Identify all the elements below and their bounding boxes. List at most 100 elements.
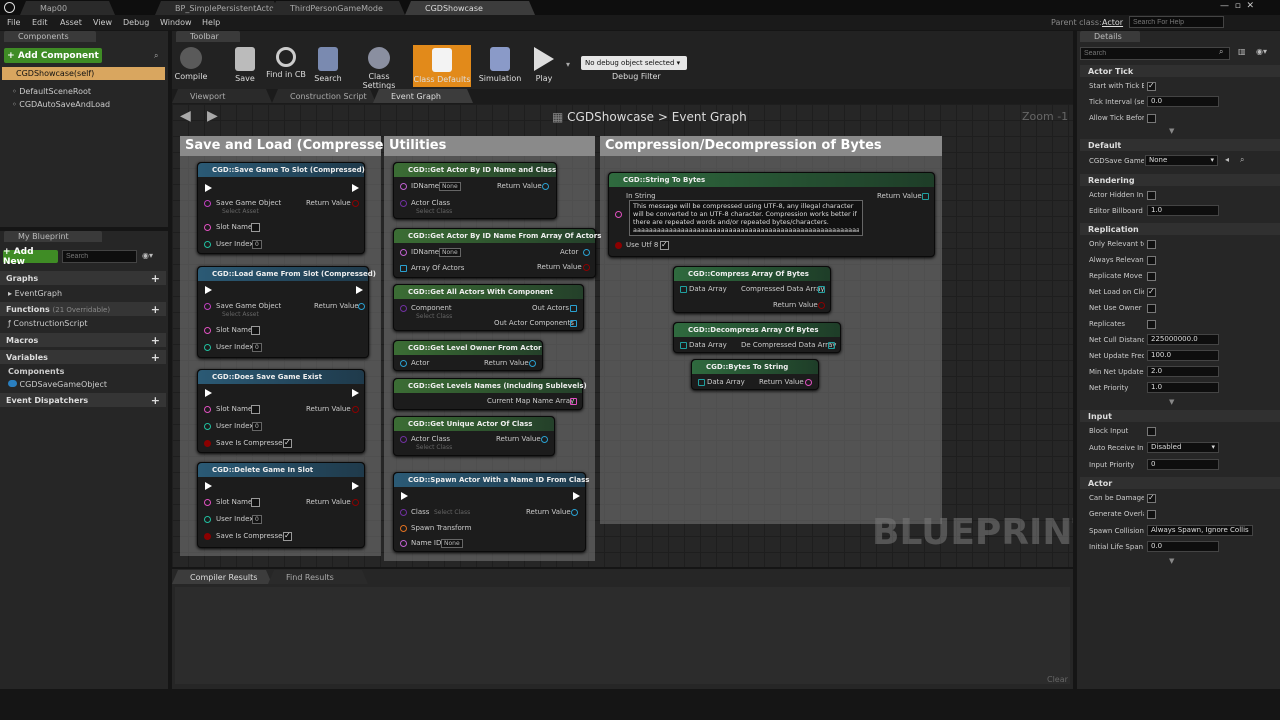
exec-in-pin[interactable] <box>205 389 212 397</box>
return-value-pin[interactable] <box>818 302 825 309</box>
name-id-pin[interactable] <box>400 540 407 547</box>
replicates-checkbox[interactable] <box>1147 320 1156 329</box>
spawn-collision-select[interactable]: Always Spawn, Ignore Collis <box>1147 525 1253 536</box>
node-save-game-to-slot[interactable]: CGD::Save Game To Slot (Compressed) Save… <box>197 162 365 254</box>
browse-search-icon[interactable]: ⌕ <box>1240 155 1244 165</box>
user-index-pin[interactable] <box>204 423 211 430</box>
net-update-frequency-input[interactable]: 100.0 <box>1147 350 1219 361</box>
graph-event-graph[interactable]: ▸ EventGraph <box>8 289 62 298</box>
can-be-damaged-checkbox[interactable] <box>1147 493 1156 503</box>
name-id-input[interactable]: None <box>441 539 463 548</box>
id-name-pin[interactable] <box>400 249 407 256</box>
return-value-pin[interactable] <box>541 436 548 443</box>
return-value-pin[interactable] <box>352 200 359 207</box>
add-macro-icon[interactable]: + <box>151 334 160 347</box>
slot-name-input[interactable] <box>251 405 260 414</box>
simulation-button[interactable]: Simulation <box>478 47 522 87</box>
exec-out-pin[interactable] <box>352 389 359 397</box>
components-category[interactable]: Components <box>8 367 64 376</box>
exec-out-pin[interactable] <box>573 492 580 500</box>
net-cull-distance-input[interactable]: 225000000.0 <box>1147 334 1219 345</box>
save-game-object-pin[interactable] <box>204 200 211 207</box>
add-component-button[interactable]: + Add Component <box>4 48 102 63</box>
slot-name-pin[interactable] <box>204 406 211 413</box>
node-string-to-bytes[interactable]: CGD::String To Bytes In String Return Va… <box>608 172 935 257</box>
add-function-icon[interactable]: + <box>151 303 160 316</box>
parent-class-link[interactable]: Actor <box>1102 18 1123 27</box>
user-index-pin[interactable] <box>204 241 211 248</box>
exec-out-pin[interactable] <box>352 184 359 192</box>
section-default[interactable]: Default <box>1080 139 1280 151</box>
actor-class-pin[interactable] <box>400 200 407 207</box>
out-actor-components-pin[interactable] <box>570 320 577 327</box>
tab-third-person-game-mode[interactable]: ThirdPersonGameMode <box>270 1 405 15</box>
auto-receive-input-select[interactable]: Disabled ▾ <box>1147 442 1219 453</box>
section-input[interactable]: Input <box>1080 410 1280 422</box>
out-actors-pin[interactable] <box>570 305 577 312</box>
allow-tick-checkbox[interactable] <box>1147 114 1156 123</box>
compile-button[interactable]: Compile <box>174 47 208 87</box>
id-name-pin[interactable] <box>400 183 407 190</box>
node-get-actor-by-id-name-and-class[interactable]: CGD::Get Actor By ID Name and Class IDNa… <box>393 162 557 219</box>
in-string-pin[interactable] <box>615 211 622 218</box>
blueprint-search-input[interactable] <box>62 250 137 263</box>
min-net-update-input[interactable]: 2.0 <box>1147 366 1219 377</box>
return-value-pin[interactable] <box>542 183 549 190</box>
generate-overlap-checkbox[interactable] <box>1147 510 1156 519</box>
return-value-pin[interactable] <box>529 360 536 367</box>
use-utf8-checkbox[interactable] <box>660 240 669 250</box>
components-search-icon[interactable]: ⌕ <box>154 51 158 61</box>
details-view-options-icon[interactable]: ◉▾ <box>1256 47 1267 56</box>
browse-arrow-icon[interactable]: ◂ <box>1225 155 1229 164</box>
function-construction-script[interactable]: ƒ ConstructionScript <box>8 319 88 328</box>
variable-cgd-save-game-object[interactable]: CGDSaveGameObject <box>8 380 107 389</box>
save-game-object-pin[interactable] <box>204 303 211 310</box>
net-priority-input[interactable]: 1.0 <box>1147 382 1219 393</box>
menu-window[interactable]: Window <box>160 18 192 27</box>
spawn-transform-pin[interactable] <box>400 525 407 532</box>
section-replication[interactable]: Replication <box>1080 223 1280 235</box>
editor-billboard-input[interactable]: 1.0 <box>1147 205 1219 216</box>
save-is-compressed-checkbox[interactable] <box>283 438 292 448</box>
id-name-input[interactable]: None <box>439 248 461 257</box>
array-of-actors-pin[interactable] <box>400 265 407 272</box>
always-relevant-checkbox[interactable] <box>1147 256 1156 265</box>
macros-section[interactable]: Macros + <box>0 333 166 347</box>
exec-in-pin[interactable] <box>205 482 212 490</box>
save-is-compressed-pin[interactable] <box>204 533 211 540</box>
back-arrow-icon[interactable]: ◀ <box>180 108 191 124</box>
node-bytes-to-string[interactable]: CGD::Bytes To String Data Array Return V… <box>691 359 819 390</box>
return-value-pin[interactable] <box>583 264 590 271</box>
node-delete-game-in-slot[interactable]: CGD::Delete Game In Slot Slot Name Retur… <box>197 462 365 548</box>
node-load-game-from-slot[interactable]: CGD::Load Game From Slot (Compressed) Sa… <box>197 266 376 358</box>
class-defaults-button[interactable]: Class Defaults <box>413 45 471 87</box>
node-compress-array-of-bytes[interactable]: CGD::Compress Array Of Bytes Data Array … <box>673 266 831 313</box>
user-index-input[interactable]: 0 <box>252 515 262 524</box>
menu-view[interactable]: View <box>93 18 112 27</box>
compressed-data-array-pin[interactable] <box>818 286 825 293</box>
user-index-input[interactable]: 0 <box>252 343 262 352</box>
component-self[interactable]: CGDShowcase(self) <box>2 67 165 80</box>
tab-viewport[interactable]: Viewport <box>172 89 272 103</box>
input-priority-input[interactable]: 0 <box>1147 459 1219 470</box>
expand-arrow-icon[interactable]: ▼ <box>1169 398 1174 406</box>
find-in-cb-button[interactable]: Find in CB <box>266 47 306 87</box>
tab-find-results[interactable]: Find Results <box>268 570 368 584</box>
component-cgd-auto-save[interactable]: ◦ CGDAutoSaveAndLoad <box>12 100 110 109</box>
exec-out-pin[interactable] <box>352 482 359 490</box>
return-value-pin[interactable] <box>352 499 359 506</box>
menu-asset[interactable]: Asset <box>60 18 82 27</box>
cgd-save-game-select[interactable]: None ▾ <box>1145 155 1218 166</box>
save-is-compressed-checkbox[interactable] <box>283 531 292 541</box>
menu-help[interactable]: Help <box>202 18 220 27</box>
return-value-pin[interactable] <box>571 509 578 516</box>
section-rendering[interactable]: Rendering <box>1080 174 1280 186</box>
play-options-dropdown-icon[interactable]: ▾ <box>566 60 570 69</box>
return-value-pin[interactable] <box>805 379 812 386</box>
actor-pin[interactable] <box>583 249 590 256</box>
id-name-input[interactable]: None <box>439 182 461 191</box>
actor-class-pin[interactable] <box>400 436 407 443</box>
event-graph-canvas[interactable]: ◀ ▶ ▦ CGDShowcase > Event Graph Zoom -1 … <box>172 104 1073 567</box>
tab-cgd-showcase[interactable]: CGDShowcase <box>405 1 535 15</box>
tab-compiler-results[interactable]: Compiler Results <box>172 570 272 584</box>
